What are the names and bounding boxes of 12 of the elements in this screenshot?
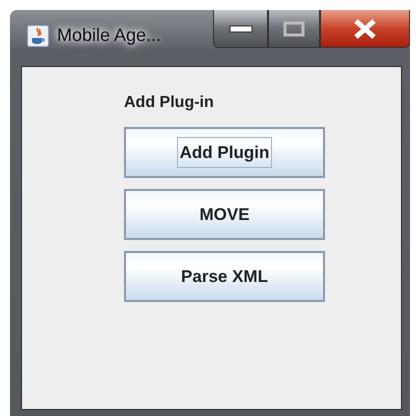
window-title: Mobile Age... (57, 24, 162, 47)
action-button[interactable]: Parse XML (124, 251, 325, 302)
close-button[interactable] (320, 10, 410, 48)
action-button[interactable]: Add Plugin (124, 127, 325, 178)
cup-icon (27, 25, 49, 47)
action-button[interactable]: MOVE (124, 189, 325, 240)
maximize-button[interactable] (268, 10, 320, 48)
close-icon (352, 18, 378, 40)
maximize-icon (283, 20, 305, 36)
minimize-icon (228, 24, 252, 32)
heading: Add Plug-in (124, 93, 214, 113)
minimize-button[interactable] (213, 10, 268, 48)
